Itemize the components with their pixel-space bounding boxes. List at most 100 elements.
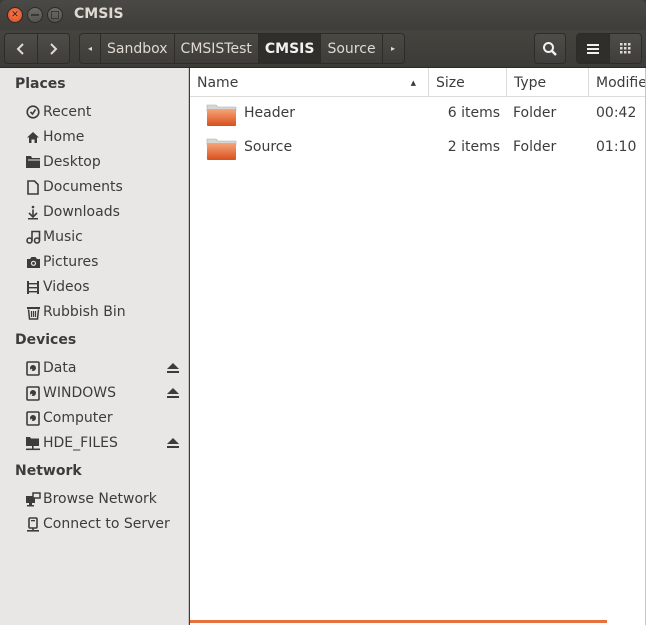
file-type: Folder [513,139,557,155]
close-button[interactable]: ✕ [7,7,23,23]
sort-ascending-icon: ▲ [410,79,416,87]
sidebar-item-windows[interactable]: WINDOWS [24,382,184,404]
folder-icon [206,138,237,160]
grid-view-button[interactable] [608,34,642,63]
sidebar-item-label: Documents [43,179,123,195]
sidebar-item-browse-network[interactable]: Browse Network [24,488,184,510]
eject-icon [167,387,179,398]
file-row-header[interactable]: Header 6 items Folder 00:42 [190,97,646,131]
minimize-button[interactable] [27,7,43,23]
grid-icon [619,43,631,54]
column-header-label: Size [436,74,465,91]
camera-icon [24,253,42,271]
network-icon [24,490,42,508]
file-list-view: Name ▲ Size Type Modifie Header 6 items … [190,68,646,625]
breadcrumb-scroll-right[interactable]: ▸ [383,34,404,63]
sidebar-item-label: Desktop [43,154,101,170]
sidebar: Places Recent Home Desktop Documents Dow… [0,68,189,625]
file-name: Header [244,105,295,121]
chevron-left-icon [16,42,24,55]
eject-button[interactable] [165,435,181,451]
loading-progress-bar [190,620,607,623]
document-icon [24,178,42,196]
section-places: Places [15,76,66,92]
sidebar-item-label: Computer [43,410,113,426]
sidebar-item-home[interactable]: Home [24,126,184,148]
eject-button[interactable] [165,385,181,401]
column-header-label: Modifie [596,74,646,91]
column-header-size[interactable]: Size [429,68,507,97]
sidebar-item-hde-files[interactable]: HDE_FILES [24,432,184,454]
file-size: 6 items [447,105,500,121]
window-title: CMSIS [74,6,124,22]
sidebar-item-label: Connect to Server [43,516,170,532]
sidebar-item-label: Home [43,129,85,145]
sidebar-item-label: Recent [43,104,92,120]
folder-icon [206,104,237,126]
file-modified: 00:42 [596,105,637,121]
sidebar-item-label: WINDOWS [43,385,116,401]
title-bar: ✕ CMSIS [0,0,646,30]
clock-icon [24,103,42,121]
sidebar-item-label: Data [43,360,77,376]
eject-button[interactable] [165,360,181,376]
file-name: Source [244,139,293,155]
column-header-label: Name [197,74,239,91]
section-devices: Devices [15,332,77,348]
sidebar-item-computer[interactable]: Computer [24,407,184,429]
sidebar-item-documents[interactable]: Documents [24,176,184,198]
list-view-button[interactable] [577,34,609,63]
music-icon [24,228,42,246]
sidebar-item-videos[interactable]: Videos [24,276,184,298]
forward-button[interactable] [36,34,70,63]
sidebar-item-data[interactable]: Data [24,357,184,379]
breadcrumb-sandbox[interactable]: Sandbox [101,34,175,63]
breadcrumb-cmsistest[interactable]: CMSISTest [175,34,259,63]
toolbar: ◂ Sandbox CMSISTest CMSIS Source ▸ [0,30,646,68]
home-icon [24,128,42,146]
sidebar-item-recent[interactable]: Recent [24,101,184,123]
sidebar-item-label: Videos [43,279,90,295]
breadcrumb-scroll-left[interactable]: ◂ [80,34,101,63]
film-icon [24,278,42,296]
drive-icon [24,409,42,427]
column-header-row: Name ▲ Size Type Modifie [190,68,646,97]
search-icon [543,41,557,56]
breadcrumb-source[interactable]: Source [321,34,383,63]
sidebar-item-label: Rubbish Bin [43,304,126,320]
desktop-folder-icon [24,153,42,171]
back-button[interactable] [5,34,37,63]
section-network: Network [15,463,82,479]
file-row-source[interactable]: Source 2 items Folder 01:10 [190,131,646,165]
sidebar-item-downloads[interactable]: Downloads [24,201,184,223]
sidebar-item-connect-to-server[interactable]: Connect to Server [24,513,184,535]
list-icon [586,43,599,54]
breadcrumb-cmsis[interactable]: CMSIS [258,34,322,63]
column-header-label: Type [514,74,547,91]
sidebar-item-rubbish-bin[interactable]: Rubbish Bin [24,301,184,323]
sidebar-item-label: Pictures [43,254,99,270]
breadcrumb: ◂ Sandbox CMSISTest CMSIS Source ▸ [79,33,405,64]
sidebar-item-label: Music [43,229,83,245]
sidebar-item-music[interactable]: Music [24,226,184,248]
navigation-buttons [4,33,70,64]
network-drive-icon [24,434,42,452]
column-header-modified[interactable]: Modifie [589,68,646,97]
chevron-right-icon [50,42,58,55]
eject-icon [167,362,179,373]
file-size: 2 items [447,139,500,155]
column-header-type[interactable]: Type [507,68,589,97]
maximize-button[interactable] [47,7,63,23]
sidebar-item-label: Downloads [43,204,120,220]
file-type: Folder [513,105,557,121]
drive-icon [24,384,42,402]
sidebar-item-desktop[interactable]: Desktop [24,151,184,173]
close-icon: ✕ [11,9,19,20]
sidebar-item-label: HDE_FILES [43,435,118,451]
trash-icon [24,303,42,321]
eject-icon [167,437,179,448]
server-icon [24,515,42,533]
column-header-name[interactable]: Name ▲ [190,68,429,97]
sidebar-item-pictures[interactable]: Pictures [24,251,184,273]
search-button[interactable] [534,33,566,64]
